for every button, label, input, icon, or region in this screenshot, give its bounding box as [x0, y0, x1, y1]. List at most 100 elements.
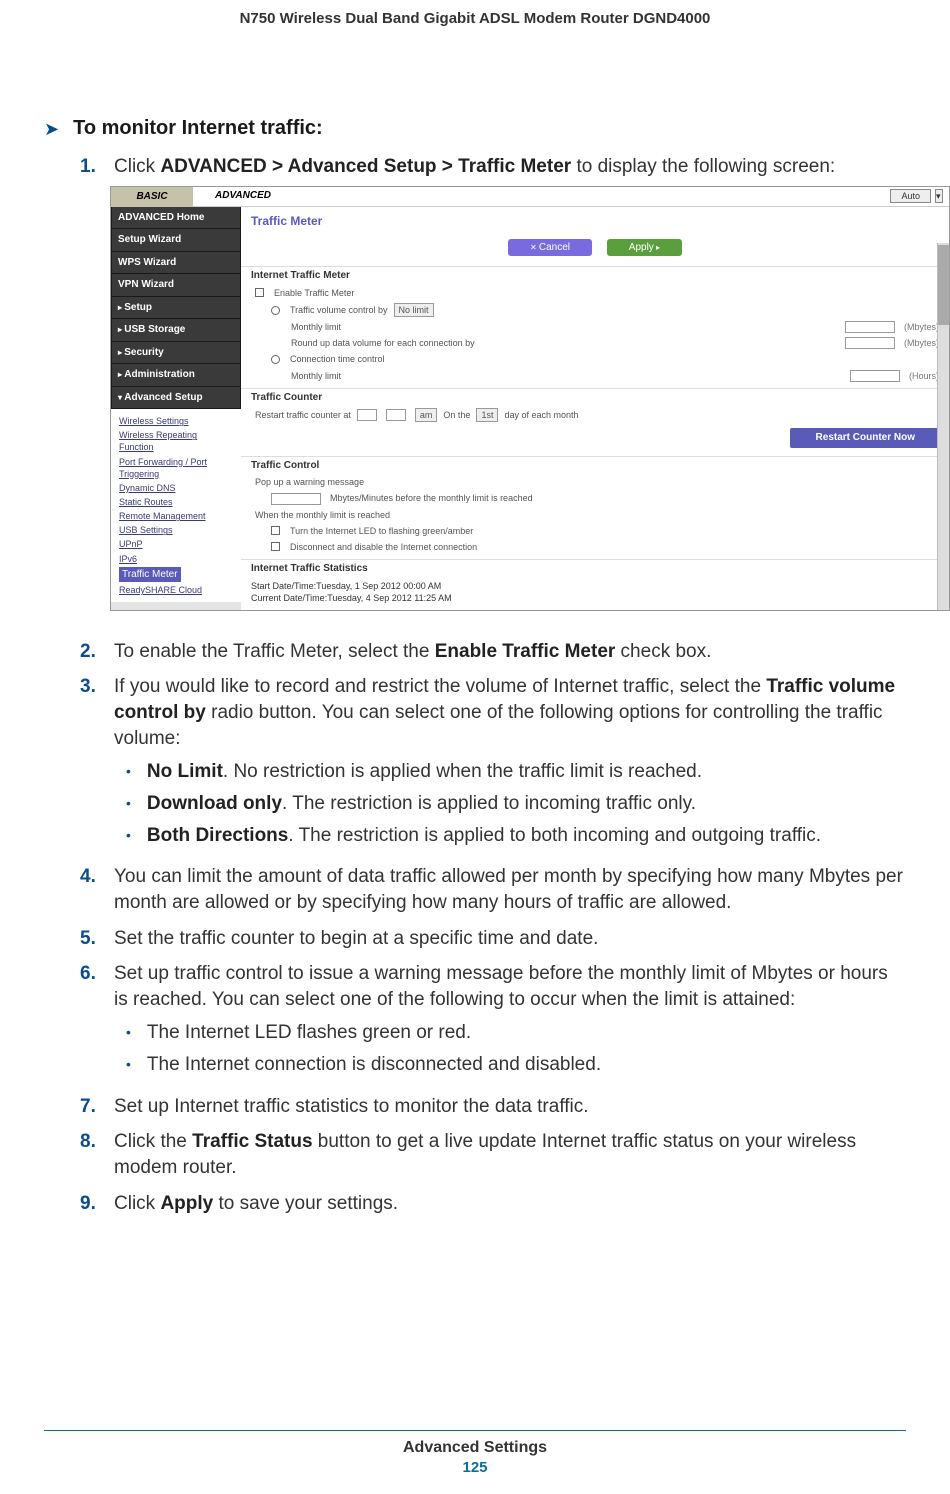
select-ampm[interactable]: am	[415, 408, 438, 422]
subnav-usb-settings[interactable]: USB Settings	[119, 524, 233, 536]
select-day[interactable]: 1st	[476, 408, 498, 422]
nav-setup[interactable]: Setup	[111, 297, 241, 320]
radio-volume-control[interactable]	[271, 306, 280, 315]
label-dayof: day of each month	[504, 409, 578, 421]
sidebar: ADVANCED Home Setup Wizard WPS Wizard VP…	[111, 207, 241, 610]
sub-text: . The restriction is applied to incoming…	[282, 793, 696, 814]
subnav-upnp[interactable]: UPnP	[119, 538, 233, 550]
step-text: to display the following screen:	[571, 156, 835, 177]
step-body: To enable the Traffic Meter, select the …	[114, 639, 906, 665]
doc-header-title: N750 Wireless Dual Band Gigabit ADSL Mod…	[44, 10, 906, 27]
step-number: 9.	[80, 1191, 100, 1217]
label-round-up: Round up data volume for each connection…	[291, 337, 839, 349]
step-text: To enable the Traffic Meter, select the	[114, 641, 435, 662]
nav-usb-storage[interactable]: USB Storage	[111, 319, 241, 342]
main-pane: Traffic Meter Cancel Apply Internet Traf…	[241, 207, 949, 610]
label-before-limit: Mbytes/Minutes before the monthly limit …	[330, 492, 533, 504]
step-number: 8.	[80, 1129, 100, 1180]
section-title: To monitor Internet traffic:	[73, 117, 323, 140]
step-text: check box.	[615, 641, 711, 662]
step-body: You can limit the amount of data traffic…	[114, 864, 906, 915]
step-body: Click ADVANCED > Advanced Setup > Traffi…	[114, 154, 950, 629]
stats-current-datetime: Current Date/Time:Tuesday, 4 Sep 2012 11…	[251, 592, 939, 604]
step-text: If you would like to record and restrict…	[114, 676, 766, 697]
input-hour[interactable]	[357, 409, 377, 421]
step-text: Click the	[114, 1131, 192, 1152]
subnav-static-routes[interactable]: Static Routes	[119, 496, 233, 508]
subnav-readyshare[interactable]: ReadySHARE Cloud	[119, 584, 233, 596]
label-monthly-limit-hours: Monthly limit	[291, 370, 844, 382]
input-round-up[interactable]	[845, 337, 895, 349]
screenshot-traffic-meter: BASIC ADVANCED Auto ▾ ADVANCED Home Setup…	[110, 186, 950, 611]
step-text: Set up traffic control to issue a warnin…	[114, 963, 888, 1010]
label-when-reached: When the monthly limit is reached	[255, 509, 390, 521]
bullet-icon: •	[126, 791, 131, 817]
step-body: Click Apply to save your settings.	[114, 1191, 906, 1217]
cancel-button[interactable]: Cancel	[508, 239, 592, 257]
nav-vpn-wizard[interactable]: VPN Wizard	[111, 274, 241, 297]
apply-button[interactable]: Apply	[607, 239, 682, 257]
sub-bold: Both Directions	[147, 825, 288, 846]
step-body: Click the Traffic Status button to get a…	[114, 1129, 906, 1180]
section-internet-traffic-meter: Internet Traffic Meter	[241, 266, 949, 285]
input-monthly-limit[interactable]	[845, 321, 895, 333]
label-disconnect: Disconnect and disable the Internet conn…	[290, 541, 477, 553]
step-text: radio button. You can select one of the …	[114, 702, 883, 749]
tab-advanced[interactable]: ADVANCED	[193, 187, 293, 207]
step-bold: ADVANCED > Advanced Setup > Traffic Mete…	[160, 156, 571, 177]
step-body: If you would like to record and restrict…	[114, 674, 906, 854]
nav-security[interactable]: Security	[111, 342, 241, 365]
restart-counter-button[interactable]: Restart Counter Now	[790, 428, 941, 448]
tab-basic[interactable]: BASIC	[111, 187, 193, 207]
checkbox-led[interactable]	[271, 526, 280, 535]
stats-start-datetime: Start Date/Time:Tuesday, 1 Sep 2012 00:0…	[251, 580, 939, 592]
label-restart-at: Restart traffic counter at	[255, 409, 351, 421]
section-traffic-control: Traffic Control	[241, 456, 949, 475]
label-volume-control: Traffic volume control by	[290, 304, 388, 316]
sub-bold: Download only	[147, 793, 282, 814]
input-warning-before[interactable]	[271, 493, 321, 505]
unit-mbytes: (Mbytes)	[904, 337, 939, 349]
sub-text: . The restriction is applied to both inc…	[288, 825, 821, 846]
subnav: Wireless Settings Wireless Repeating Fun…	[111, 409, 241, 602]
input-monthly-hours[interactable]	[850, 370, 900, 382]
subnav-wireless-settings[interactable]: Wireless Settings	[119, 415, 233, 427]
subnav-wireless-repeating[interactable]: Wireless Repeating Function	[119, 429, 233, 453]
subnav-ipv6[interactable]: IPv6	[119, 553, 233, 565]
step-bold: Apply	[160, 1193, 213, 1214]
subnav-traffic-meter[interactable]: Traffic Meter	[119, 567, 181, 583]
nav-advanced-home[interactable]: ADVANCED Home	[111, 207, 241, 230]
step-number: 6.	[80, 961, 100, 1084]
scrollbar[interactable]	[937, 243, 949, 610]
step-bold: Traffic Status	[192, 1131, 312, 1152]
subnav-port-forwarding[interactable]: Port Forwarding / Port Triggering	[119, 456, 233, 480]
subnav-remote-management[interactable]: Remote Management	[119, 510, 233, 522]
radio-connection-time[interactable]	[271, 355, 280, 364]
checkbox-disconnect[interactable]	[271, 542, 280, 551]
nav-wps-wizard[interactable]: WPS Wizard	[111, 252, 241, 275]
nav-advanced-setup[interactable]: Advanced Setup	[111, 387, 241, 410]
unit-hours: (Hours)	[909, 370, 939, 382]
nav-administration[interactable]: Administration	[111, 364, 241, 387]
subnav-dynamic-dns[interactable]: Dynamic DNS	[119, 482, 233, 494]
step-number: 1.	[80, 154, 100, 629]
step-number: 2.	[80, 639, 100, 665]
bullet-icon: •	[126, 823, 131, 849]
label-monthly-limit: Monthly limit	[291, 321, 839, 333]
step-number: 5.	[80, 926, 100, 952]
step-text: Click	[114, 156, 160, 177]
dropdown-icon[interactable]: ▾	[935, 189, 943, 203]
step-text: Click	[114, 1193, 160, 1214]
label-enable-traffic-meter: Enable Traffic Meter	[274, 287, 354, 299]
step-body: Set the traffic counter to begin at a sp…	[114, 926, 906, 952]
input-min[interactable]	[386, 409, 406, 421]
section-traffic-counter: Traffic Counter	[241, 388, 949, 407]
nav-setup-wizard[interactable]: Setup Wizard	[111, 229, 241, 252]
unit-mbytes: (Mbytes)	[904, 321, 939, 333]
checkbox-enable[interactable]	[255, 288, 264, 297]
label-connection-time: Connection time control	[290, 353, 385, 365]
select-volume[interactable]: No limit	[394, 303, 434, 317]
label-led-flash: Turn the Internet LED to flashing green/…	[290, 525, 473, 537]
auto-select[interactable]: Auto	[890, 189, 931, 203]
step-body: Set up traffic control to issue a warnin…	[114, 961, 906, 1084]
